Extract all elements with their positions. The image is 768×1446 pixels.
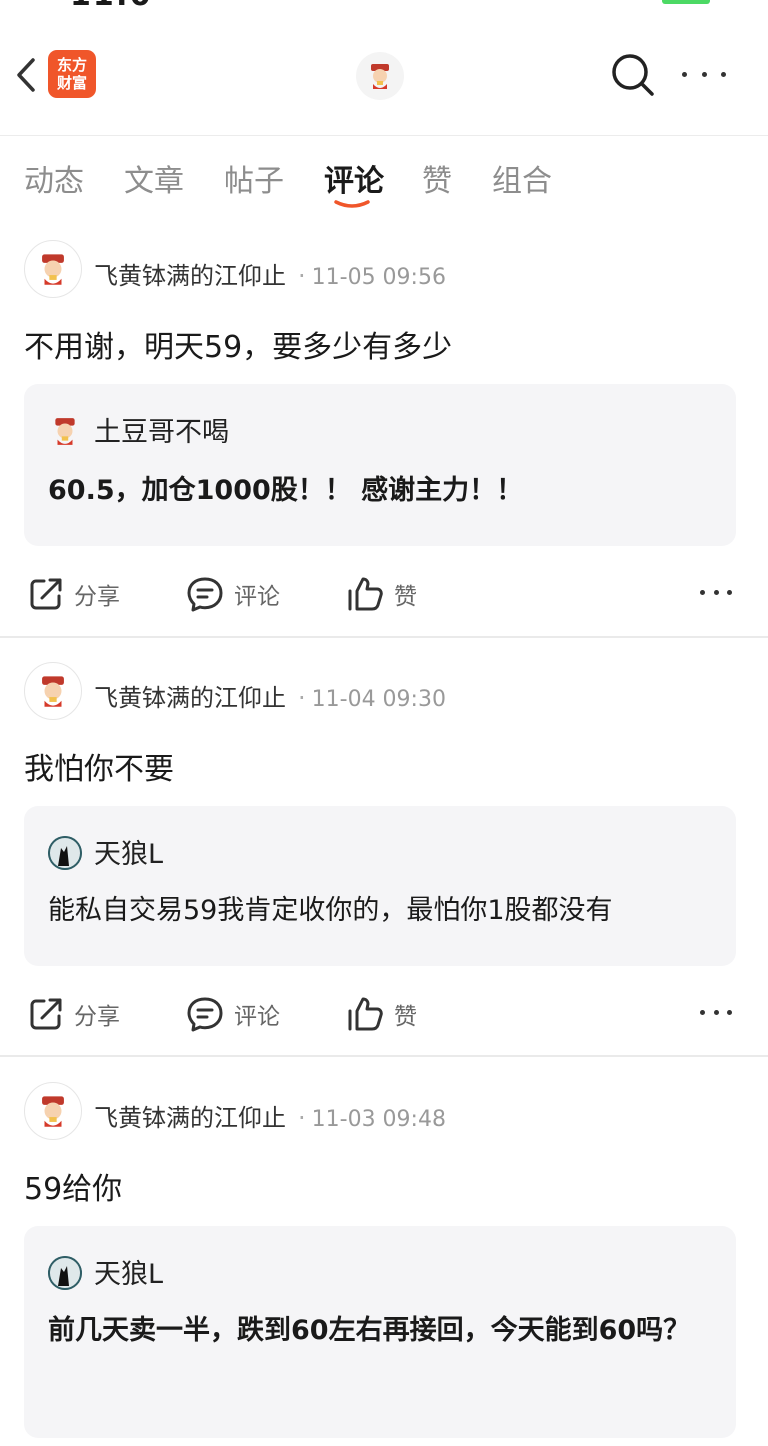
top-nav-bar: 东方 财富	[0, 28, 768, 136]
share-label: 分享	[74, 1004, 120, 1030]
tab-posts[interactable]: 帖子	[224, 156, 284, 200]
profile-avatar[interactable]	[356, 52, 404, 100]
post-more-button[interactable]	[700, 590, 732, 598]
separator-dot: ·	[298, 1104, 306, 1132]
quoted-post[interactable]: 天狼L 能私自交易59我肯定收你的，最怕你1股都没有	[24, 806, 736, 966]
back-button[interactable]	[12, 55, 40, 95]
username[interactable]: 飞黄钵满的江仰止	[94, 1104, 286, 1132]
quote-username: 天狼L	[94, 1259, 164, 1290]
share-button[interactable]: 分享	[28, 570, 120, 618]
quote-avatar	[48, 1256, 82, 1290]
comment-label: 评论	[234, 1004, 280, 1030]
dot-icon	[727, 590, 732, 595]
action-bar: 分享 评论 赞	[0, 570, 768, 618]
dot-icon	[727, 1010, 732, 1015]
dot-icon	[701, 71, 707, 77]
thumbs-up-icon	[348, 577, 383, 611]
tab-dynamic[interactable]: 动态	[24, 156, 84, 200]
chevron-left-icon	[17, 58, 35, 92]
username[interactable]: 飞黄钵满的江仰止	[94, 684, 286, 712]
action-bar: 分享 评论 赞	[0, 990, 768, 1038]
separator-dot: ·	[298, 262, 306, 290]
quote-username: 土豆哥不喝	[94, 417, 229, 448]
post-more-button[interactable]	[700, 1010, 732, 1018]
comment-text[interactable]: 我怕你不要	[24, 744, 174, 788]
caishen-avatar-icon	[42, 676, 64, 707]
divider	[0, 1055, 768, 1057]
divider	[0, 636, 768, 638]
quoted-post[interactable]: 天狼L 前几天卖一半，跌到60左右再接回，今天能到60吗？	[24, 1226, 736, 1438]
quote-text: 60.5，加仓1000股！！ 感谢主力！！	[48, 475, 524, 506]
more-options-button[interactable]	[682, 64, 726, 84]
username[interactable]: 飞黄钵满的江仰止	[94, 262, 286, 290]
logo-text-1: 东方	[56, 56, 87, 74]
tab-bar: 动态 文章 帖子 评论 赞 组合	[0, 150, 768, 220]
avatar[interactable]	[24, 1082, 82, 1140]
timestamp: 11-03 09:48	[311, 1107, 446, 1132]
thumbs-up-icon	[348, 997, 383, 1031]
status-bar: 11:0	[0, 0, 768, 10]
app-logo[interactable]: 东方 财富	[48, 50, 96, 98]
caishen-avatar-icon	[42, 254, 64, 285]
dot-icon	[700, 1010, 705, 1015]
share-label: 分享	[74, 584, 120, 610]
like-button[interactable]: 赞	[346, 570, 417, 618]
dot-icon	[700, 590, 705, 595]
tab-comments[interactable]: 评论	[324, 156, 384, 200]
comment-meta: 飞黄钵满的江仰止 · 11-03 09:48	[94, 1098, 446, 1133]
timestamp: 11-05 09:56	[311, 265, 446, 290]
quote-username: 天狼L	[94, 839, 164, 870]
comment-icon	[187, 577, 223, 612]
dot-icon	[713, 1010, 719, 1015]
caishen-avatar-icon	[371, 64, 389, 89]
caishen-avatar-icon	[55, 418, 75, 445]
dot-icon	[682, 71, 687, 77]
wolf-avatar-icon	[48, 836, 82, 870]
avatar[interactable]	[24, 240, 82, 298]
separator-dot: ·	[298, 684, 306, 712]
like-label: 赞	[394, 1004, 417, 1030]
active-tab-indicator	[334, 200, 370, 208]
wolf-avatar-icon	[48, 1256, 82, 1290]
share-button[interactable]: 分享	[28, 990, 120, 1038]
search-icon	[612, 54, 654, 96]
tab-portfolio[interactable]: 组合	[492, 156, 552, 200]
caishen-avatar-icon	[42, 1096, 64, 1127]
battery-icon	[662, 0, 710, 4]
dot-icon	[721, 71, 726, 77]
quote-avatar	[48, 414, 82, 448]
share-icon	[30, 578, 62, 610]
like-label: 赞	[394, 584, 417, 610]
quote-avatar	[48, 836, 82, 870]
comment-label: 评论	[234, 584, 280, 610]
timestamp: 11-04 09:30	[311, 687, 446, 712]
comment-text[interactable]: 不用谢，明天59，要多少有多少	[24, 322, 452, 366]
tab-likes[interactable]: 赞	[422, 156, 452, 200]
quote-text: 前几天卖一半，跌到60左右再接回，今天能到60吗？	[48, 1315, 691, 1346]
dot-icon	[713, 590, 719, 595]
like-button[interactable]: 赞	[346, 990, 417, 1038]
comment-text[interactable]: 59给你	[24, 1164, 122, 1208]
quoted-post[interactable]: 土豆哥不喝 60.5，加仓1000股！！ 感谢主力！！	[24, 384, 736, 546]
comment-button[interactable]: 评论	[186, 990, 280, 1038]
quote-text: 能私自交易59我肯定收你的，最怕你1股都没有	[48, 895, 613, 926]
logo-text-2: 财富	[56, 74, 87, 92]
comment-meta: 飞黄钵满的江仰止 · 11-05 09:56	[94, 256, 446, 291]
comment-meta: 飞黄钵满的江仰止 · 11-04 09:30	[94, 678, 446, 713]
comment-button[interactable]: 评论	[186, 570, 280, 618]
comment-icon	[187, 997, 223, 1032]
avatar[interactable]	[24, 662, 82, 720]
status-time: 11:0	[70, 0, 153, 10]
tab-articles[interactable]: 文章	[124, 156, 184, 200]
search-button[interactable]	[610, 52, 656, 98]
share-icon	[30, 998, 62, 1030]
